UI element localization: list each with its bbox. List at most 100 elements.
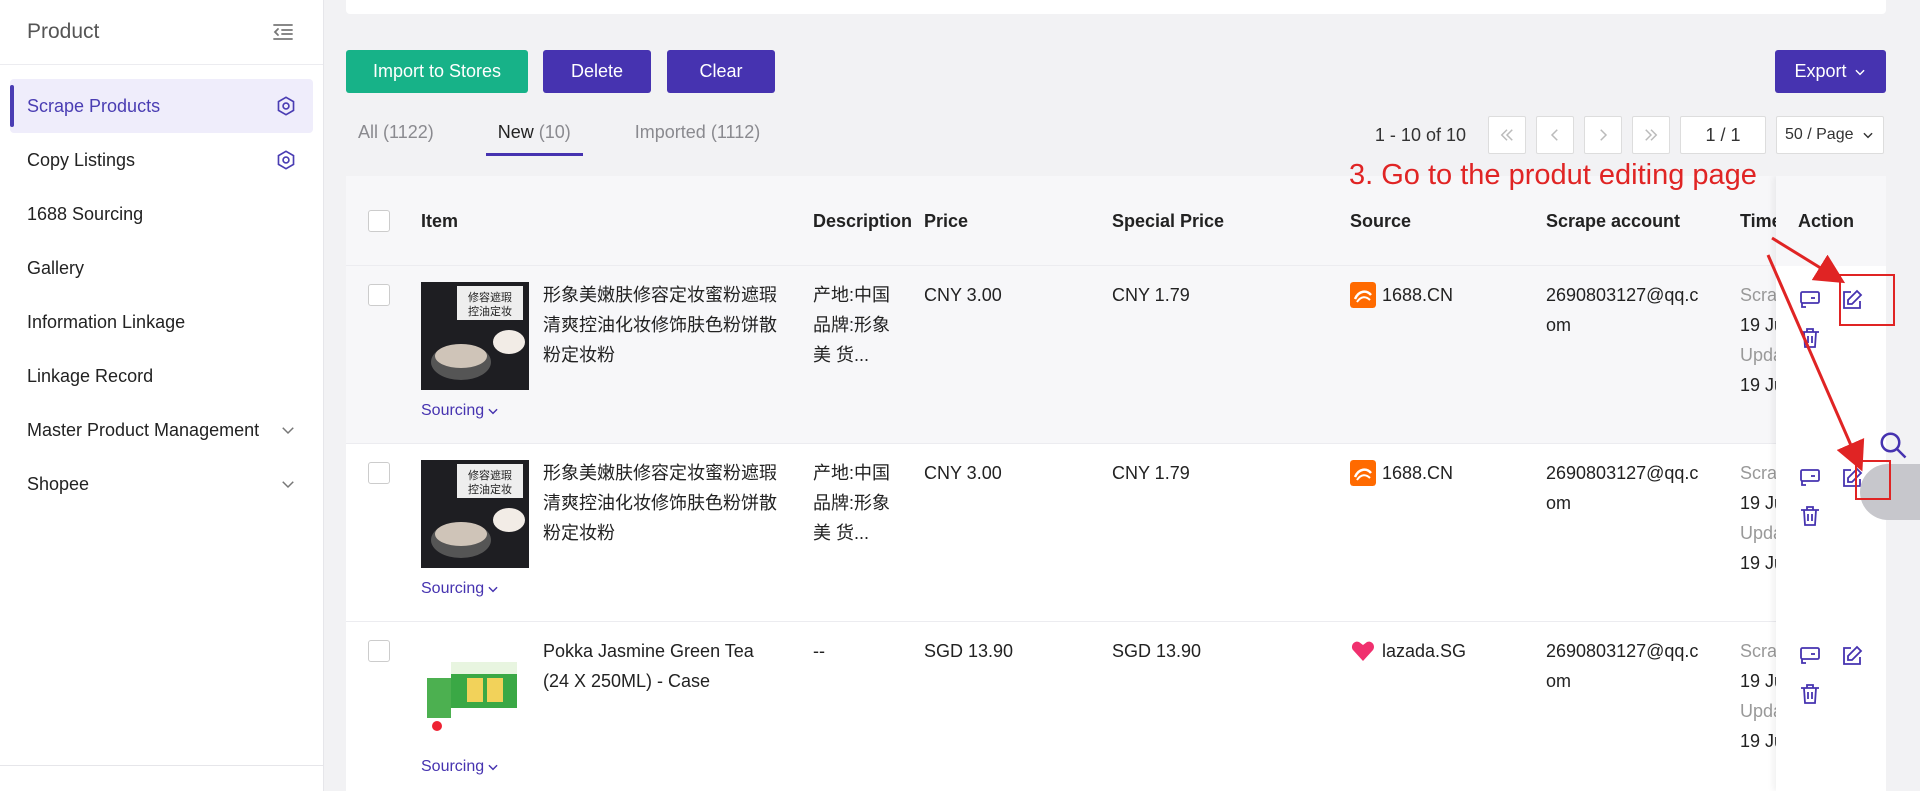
filter-card: [346, 0, 1886, 14]
double-chevron-right-icon: [1645, 129, 1658, 141]
trash-icon[interactable]: [1798, 326, 1822, 350]
sourcing-dropdown[interactable]: Sourcing: [421, 402, 500, 420]
trash-icon[interactable]: [1798, 504, 1822, 528]
annotation-text: 3. Go to the produt editing page: [1349, 159, 1757, 191]
svg-text:修容遮瑕: 修容遮瑕: [468, 290, 512, 304]
sidebar-item-label: Gallery: [27, 257, 85, 278]
gear-icon[interactable]: [275, 149, 297, 171]
tab-label: All: [358, 122, 379, 142]
row-checkbox[interactable]: [368, 284, 390, 306]
search-icon[interactable]: [1878, 430, 1908, 460]
tab-label: New: [497, 122, 534, 142]
status-tabs: All (1122) New (10) Imported (1112): [346, 114, 812, 158]
sidebar-item-label: Information Linkage: [27, 311, 186, 332]
product-description: 产地:中国 品牌:形象美 货...: [813, 285, 891, 365]
product-price: SGD 13.90: [924, 641, 1014, 661]
sidebar-title: Product: [27, 20, 100, 43]
product-special-price: CNY 1.79: [1112, 463, 1190, 483]
product-source[interactable]: lazada.SG: [1350, 636, 1466, 666]
header-description-label: Description: [813, 211, 913, 231]
last-page-button[interactable]: [1632, 116, 1670, 154]
page-input[interactable]: 1 / 1: [1680, 116, 1766, 154]
product-name[interactable]: Pokka Jasmine Green Tea (24 X 250ML) - C…: [543, 636, 783, 696]
row-checkbox[interactable]: [368, 640, 390, 662]
trash-icon[interactable]: [1798, 682, 1822, 706]
next-page-button[interactable]: [1584, 116, 1622, 154]
sidebar-item-master-product-management[interactable]: Master Product Management: [10, 403, 313, 457]
sidebar-item-scrape-products[interactable]: Scrape Products: [10, 79, 313, 133]
product-name[interactable]: 形象美嫩肤修容定妆蜜粉遮瑕清爽控油化妆修饰肤色粉饼散粉定妆粉: [543, 280, 783, 370]
pagination: 1 - 10 of 10 1 / 1 50 / Page: [1375, 116, 1884, 154]
sourcing-dropdown[interactable]: Sourcing: [421, 758, 500, 776]
tab-count: (10): [538, 122, 571, 142]
annotation-box: [1855, 460, 1891, 500]
prev-page-button[interactable]: [1536, 116, 1574, 154]
sourcing-label: Sourcing: [421, 758, 485, 775]
clear-button[interactable]: Clear: [667, 50, 775, 93]
annotation-box: [1839, 274, 1895, 326]
sidebar-header: Product: [0, 0, 323, 65]
sidebar-item-shopee[interactable]: Shopee: [10, 457, 313, 511]
sidebar-nav: Scrape Products Copy Listings 1688 Sourc…: [0, 65, 323, 511]
product-thumbnail[interactable]: [421, 638, 529, 746]
row-checkbox[interactable]: [368, 462, 390, 484]
product-thumbnail[interactable]: 修容遮瑕 控油定妆: [421, 460, 529, 568]
tab-all[interactable]: All (1122): [346, 114, 446, 156]
gear-icon[interactable]: [275, 95, 297, 117]
export-button[interactable]: Export: [1775, 50, 1886, 93]
sidebar-item-information-linkage[interactable]: Information Linkage: [10, 295, 313, 349]
sidebar-item-gallery[interactable]: Gallery: [10, 241, 313, 295]
sidebar-item-copy-listings[interactable]: Copy Listings: [10, 133, 313, 187]
sidebar-item-label: Master Product Management: [27, 419, 260, 440]
product-description: 产地:中国 品牌:形象美 货...: [813, 463, 891, 543]
sidebar-item-1688-sourcing[interactable]: 1688 Sourcing: [10, 187, 313, 241]
1688-logo-icon: [1350, 460, 1376, 486]
import-to-stores-button[interactable]: Import to Stores: [346, 50, 528, 93]
sourcing-label: Sourcing: [421, 580, 485, 597]
sidebar-item-label: Shopee: [27, 473, 90, 494]
product-thumbnail[interactable]: 修容遮瑕 控油定妆: [421, 282, 529, 390]
tab-imported[interactable]: Imported (1112): [623, 114, 772, 156]
sourcing-label: Sourcing: [421, 402, 485, 419]
product-source[interactable]: 1688.CN: [1350, 280, 1453, 310]
scrape-account: 2690803127@qq.com: [1546, 285, 1699, 335]
chevron-down-icon: [1863, 132, 1873, 139]
header-description: Description: [813, 176, 913, 266]
product-description: --: [813, 641, 825, 661]
claim-icon[interactable]: [1798, 644, 1822, 668]
sidebar-item-label: Copy Listings: [27, 149, 136, 170]
chevron-down-icon: [282, 427, 294, 435]
first-page-button[interactable]: [1488, 116, 1526, 154]
claim-icon[interactable]: [1798, 288, 1822, 312]
chevron-right-icon: [1600, 129, 1608, 141]
select-all-cell: [368, 176, 390, 266]
svg-text:修容遮瑕: 修容遮瑕: [468, 468, 512, 482]
scrape-account: 2690803127@qq.com: [1546, 641, 1699, 691]
product-source[interactable]: 1688.CN: [1350, 458, 1453, 488]
table-row: 修容遮瑕 控油定妆 形象美嫩肤修容定妆蜜粉遮瑕清爽控油化妆修饰肤色粉饼散粉定妆粉…: [346, 266, 1886, 444]
tab-count: (1122): [383, 122, 434, 142]
sidebar-item-label: Linkage Record: [27, 365, 154, 386]
lazada-logo-icon: [1351, 641, 1375, 661]
product-name[interactable]: 形象美嫩肤修容定妆蜜粉遮瑕清爽控油化妆修饰肤色粉饼散粉定妆粉: [543, 458, 783, 548]
sourcing-dropdown[interactable]: Sourcing: [421, 580, 500, 598]
svg-text:控油定妆: 控油定妆: [468, 482, 512, 496]
export-label: Export: [1794, 61, 1847, 81]
sidebar-item-linkage-record[interactable]: Linkage Record: [10, 349, 313, 403]
double-chevron-left-icon: [1500, 129, 1513, 141]
product-special-price: SGD 13.90: [1112, 641, 1202, 661]
edit-icon[interactable]: [1840, 644, 1864, 668]
scrape-account: 2690803127@qq.com: [1546, 463, 1699, 513]
source-label: 1688.CN: [1382, 285, 1454, 305]
sidebar-item-label: 1688 Sourcing: [27, 203, 144, 224]
select-all-checkbox[interactable]: [368, 210, 390, 232]
tab-new[interactable]: New (10): [485, 114, 583, 156]
header-item: Item: [421, 210, 459, 231]
claim-icon[interactable]: [1798, 466, 1822, 490]
chevron-down-icon: [488, 408, 498, 415]
collapse-menu-icon[interactable]: [271, 20, 295, 44]
delete-button[interactable]: Delete: [543, 50, 651, 93]
sidebar-divider: [0, 765, 323, 766]
main-content: Import to Stores Delete Clear Export All…: [324, 0, 1920, 791]
page-size-select[interactable]: 50 / Page: [1776, 116, 1884, 154]
